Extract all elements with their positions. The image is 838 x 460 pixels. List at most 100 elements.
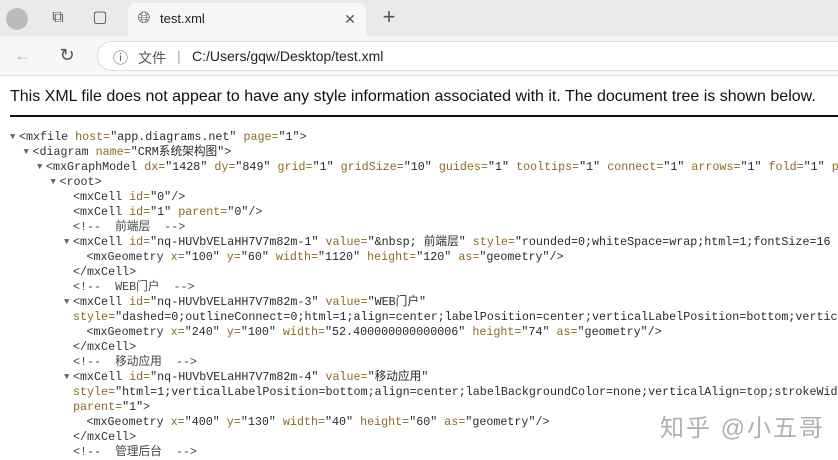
xml-line: <mxGeometry x="240" y="100" width="52.40… bbox=[0, 325, 838, 340]
xml-tag: </mxCell> bbox=[73, 430, 137, 444]
xml-attribute-value: "130" bbox=[240, 415, 283, 429]
tab-title: test.xml bbox=[160, 11, 205, 26]
xml-attribute-name: connect= bbox=[607, 160, 664, 174]
xml-attribute-value: "html=1;verticalLabelPosition=bottom;ali… bbox=[115, 385, 838, 399]
xml-attribute-name: x= bbox=[170, 325, 185, 339]
xml-line: style="dashed=0;outlineConnect=0;html=1;… bbox=[0, 310, 838, 325]
xml-attribute-value: "52.400000000000006" bbox=[325, 325, 473, 339]
xml-tag: <root> bbox=[59, 175, 102, 189]
xml-attribute-value: "app.diagrams.net" bbox=[110, 130, 244, 144]
new-tab-icon[interactable]: + bbox=[378, 6, 400, 28]
xml-style-notice: This XML file does not appear to have an… bbox=[10, 88, 816, 105]
profile-icon[interactable] bbox=[6, 8, 28, 30]
xml-attribute-name: as= bbox=[458, 250, 480, 264]
collapse-toggle-icon[interactable]: ▼ bbox=[64, 295, 69, 310]
xml-attribute-name: as= bbox=[444, 415, 466, 429]
xml-tag: /> bbox=[535, 415, 550, 429]
xml-attribute-value: "240" bbox=[184, 325, 227, 339]
xml-attribute-value: "1" bbox=[487, 160, 517, 174]
xml-attribute-value: "0" bbox=[150, 190, 172, 204]
xml-attribute-value: "849" bbox=[235, 160, 278, 174]
xml-attribute-name: page= bbox=[243, 130, 279, 144]
xml-attribute-name: dx= bbox=[144, 160, 166, 174]
xml-comment: <!-- 管理后台 --> bbox=[73, 445, 197, 459]
back-icon[interactable]: ← bbox=[12, 45, 34, 65]
xml-attribute-name: y= bbox=[226, 325, 241, 339]
collapse-toggle-icon[interactable]: ▼ bbox=[64, 235, 69, 250]
address-bar[interactable]: ⓘ 文件 | C:/Users/gqw/Desktop/test.xml bbox=[97, 41, 838, 71]
xml-attribute-name: x= bbox=[170, 415, 185, 429]
xml-attribute-value: "100" bbox=[240, 325, 283, 339]
xml-line: ▼ <mxCell id="nq-HUVbVELaHH7V7m82m-1" val… bbox=[0, 235, 838, 250]
xml-attribute-value: "74" bbox=[521, 325, 557, 339]
info-icon[interactable]: ⓘ bbox=[113, 47, 128, 68]
xml-attribute-value: "10" bbox=[403, 160, 439, 174]
xml-tag: > bbox=[299, 130, 307, 144]
xml-line: <!-- WEB门户 --> bbox=[0, 280, 838, 295]
xml-attribute-value: "rounded=0;whiteSpace=wrap;html=1;fontSi… bbox=[514, 235, 831, 249]
xml-attribute-name: width= bbox=[275, 250, 318, 264]
xml-tag: <mxCell bbox=[73, 295, 130, 309]
collapse-toggle-icon[interactable]: ▼ bbox=[37, 160, 42, 175]
xml-tag: /> bbox=[647, 325, 662, 339]
xml-line: ▼ <mxGraphModel dx="1428" dy="849" grid="… bbox=[0, 160, 838, 175]
xml-attribute-name: id= bbox=[129, 295, 151, 309]
xml-tag: <mxCell bbox=[73, 205, 130, 219]
vertical-tabs-icon[interactable]: ▢ bbox=[90, 8, 110, 28]
collapse-toggle-icon[interactable]: ▼ bbox=[10, 130, 15, 145]
xml-line: ▼ <mxfile host="app.diagrams.net" page="1… bbox=[0, 130, 838, 145]
xml-attribute-value: "nq-HUVbVELaHH7V7m82m-3" bbox=[150, 295, 326, 309]
xml-attribute-name: id= bbox=[129, 190, 151, 204]
refresh-icon[interactable]: ↻ bbox=[56, 45, 78, 65]
xml-attribute-name: style= bbox=[472, 235, 515, 249]
close-icon[interactable]: ✕ bbox=[340, 9, 360, 29]
xml-tag: /> bbox=[171, 190, 186, 204]
xml-comment: <!-- 前端层 --> bbox=[73, 220, 186, 234]
xml-attribute-name: tooltips= bbox=[516, 160, 580, 174]
watermark: 知乎 @小五哥 bbox=[660, 415, 826, 442]
xml-attribute-name: as= bbox=[556, 325, 578, 339]
xml-attribute-value: "60" bbox=[409, 415, 445, 429]
xml-comment: <!-- 移动应用 --> bbox=[73, 355, 197, 369]
navigation-toolbar: ← ↻ ⓘ 文件 | C:/Users/gqw/Desktop/test.xml bbox=[0, 36, 838, 76]
xml-attribute-value: "nq-HUVbVELaHH7V7m82m-1" bbox=[150, 235, 326, 249]
xml-attribute-value: "geometry" bbox=[577, 325, 648, 339]
xml-attribute-name: p bbox=[831, 160, 838, 174]
xml-tag: <mxCell bbox=[73, 370, 130, 384]
xml-attribute-name: width= bbox=[282, 325, 326, 339]
xml-line: <!-- 前端层 --> bbox=[0, 220, 838, 235]
xml-line: <!-- 移动应用 --> bbox=[0, 355, 838, 370]
notice-divider bbox=[10, 115, 838, 117]
xml-attribute-value: "0" bbox=[227, 205, 249, 219]
xml-tag: <mxCell bbox=[73, 190, 130, 204]
address-scheme-label: 文件 bbox=[138, 50, 166, 66]
xml-attribute-name: value= bbox=[325, 235, 368, 249]
xml-tag: </mxCell> bbox=[73, 340, 137, 354]
xml-attribute-name: height= bbox=[367, 250, 417, 264]
xml-attribute-value: "&nbsp; 前端层" bbox=[367, 235, 473, 249]
xml-attribute-name: name= bbox=[95, 145, 131, 159]
xml-attribute-name: height= bbox=[472, 325, 522, 339]
xml-line: </mxCell> bbox=[0, 265, 838, 280]
xml-attribute-name: guides= bbox=[438, 160, 488, 174]
xml-attribute-name: host= bbox=[75, 130, 111, 144]
xml-attribute-value: "1" bbox=[278, 130, 300, 144]
xml-attribute-value: "100" bbox=[184, 250, 227, 264]
address-url[interactable]: C:/Users/gqw/Desktop/test.xml bbox=[192, 48, 383, 64]
xml-line: ▼ <root> bbox=[0, 175, 838, 190]
xml-tag: <mxGraphModel bbox=[46, 160, 145, 174]
globe-icon: 🌐︎ bbox=[137, 10, 151, 27]
xml-attribute-name: height= bbox=[360, 415, 410, 429]
workspaces-icon[interactable]: ⧉ bbox=[48, 8, 68, 28]
collapse-toggle-icon[interactable]: ▼ bbox=[51, 175, 56, 190]
collapse-toggle-icon[interactable]: ▼ bbox=[64, 370, 69, 385]
tab-test-xml[interactable]: 🌐︎ test.xml ✕ bbox=[128, 3, 366, 36]
xml-attribute-value: "CRM系统架构图" bbox=[130, 145, 225, 159]
collapse-toggle-icon[interactable]: ▼ bbox=[24, 145, 29, 160]
xml-attribute-value: "60" bbox=[240, 250, 276, 264]
xml-line: ▼ <mxCell id="nq-HUVbVELaHH7V7m82m-3" val… bbox=[0, 295, 838, 310]
xml-line: ▼ <diagram name="CRM系统架构图"> bbox=[0, 145, 838, 160]
xml-attribute-name: value= bbox=[325, 370, 368, 384]
xml-line: <mxGeometry x="100" y="60" width="1120" … bbox=[0, 250, 838, 265]
xml-attribute-value: "nq-HUVbVELaHH7V7m82m-4" bbox=[150, 370, 326, 384]
